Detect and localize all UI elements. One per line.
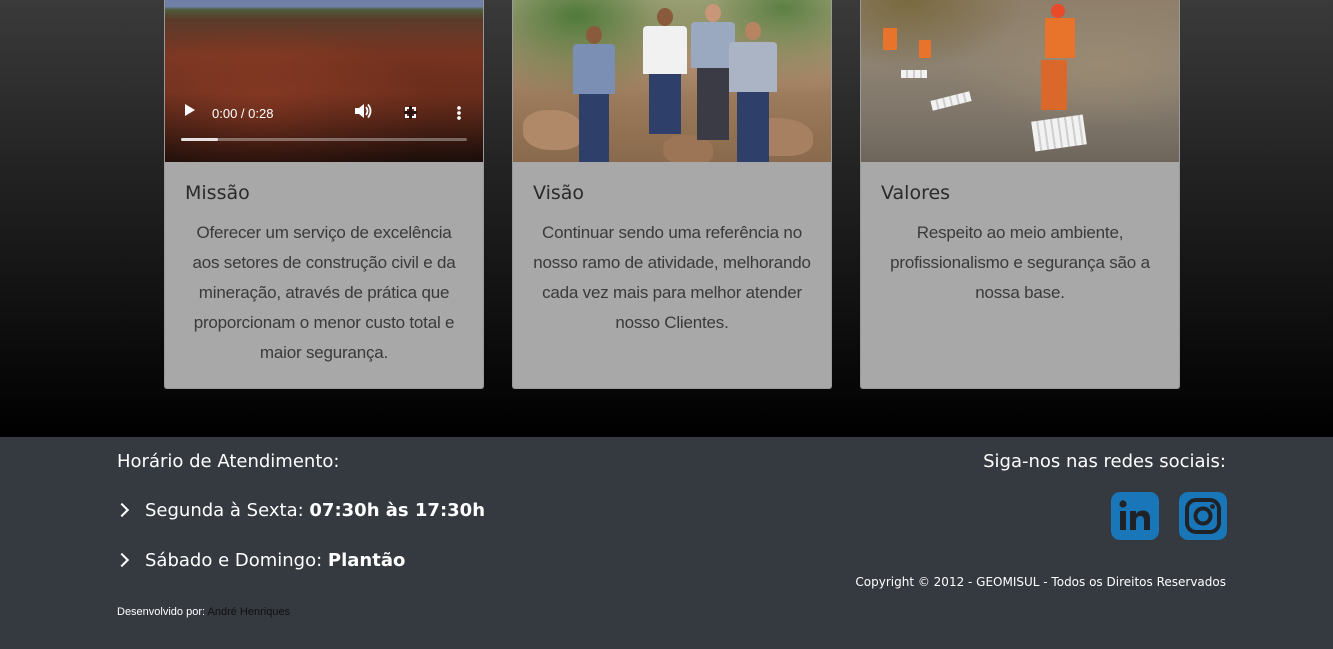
weekend-hours: Sábado e Domingo: Plantão (114, 550, 406, 571)
worker (1045, 18, 1075, 58)
mission-title: Missão (185, 182, 250, 204)
worker (919, 40, 931, 58)
person-body (643, 26, 687, 74)
weekend-label: Sábado e Domingo: (145, 550, 323, 571)
person-head (657, 8, 673, 26)
vision-title: Visão (533, 182, 585, 204)
instagram-icon[interactable] (1179, 492, 1227, 540)
more-options-icon[interactable] (457, 106, 461, 120)
video-buffer (181, 138, 219, 141)
vision-card: Visão Continuar sendo uma referência no … (512, 0, 832, 389)
vision-photo (513, 0, 831, 162)
person-body (729, 42, 777, 92)
person-legs (697, 68, 729, 140)
developer-credit: Desenvolvido por: André Henriques (117, 606, 290, 618)
weekday-hours: Segunda à Sexta: 07:30h às 17:30h (114, 500, 486, 521)
volume-icon[interactable] (355, 104, 373, 118)
person-legs (737, 92, 769, 162)
pipes (930, 91, 972, 111)
pipes (1031, 114, 1087, 152)
person-head (705, 4, 721, 22)
person-legs (649, 74, 681, 134)
person-body (573, 44, 615, 94)
chevron-right-icon (114, 552, 130, 568)
worker (883, 28, 897, 50)
cards-section: 0:00 / 0:28 Missão Oferecer um serviço d… (0, 0, 1333, 437)
hours-title: Horário de Atendimento: (117, 451, 340, 472)
mission-text: Oferecer um serviço de excelência aos se… (192, 223, 456, 362)
video-progress-bar[interactable] (181, 138, 467, 141)
dev-label: Desenvolvido por: (117, 606, 206, 618)
play-icon[interactable] (185, 104, 195, 116)
video-time: 0:00 / 0:28 (212, 106, 274, 121)
values-text: Respeito ao meio ambiente, profissionali… (890, 223, 1150, 302)
social-title: Siga-nos nas redes sociais: (983, 451, 1226, 472)
values-photo (861, 0, 1179, 162)
vision-text: Continuar sendo uma referência no nosso … (533, 223, 811, 332)
vision-photo-scene (513, 0, 831, 162)
video-shade (165, 92, 483, 162)
dev-link[interactable]: André Henriques (208, 606, 291, 618)
values-card: Valores Respeito ao meio ambiente, profi… (860, 0, 1180, 389)
worker (1041, 60, 1067, 110)
footer: Horário de Atendimento: Segunda à Sexta:… (0, 437, 1333, 649)
copyright: Copyright © 2012 - GEOMISUL - Todos os D… (855, 575, 1226, 589)
person-head (586, 26, 602, 44)
mission-video[interactable]: 0:00 / 0:28 (165, 0, 483, 162)
pipes (901, 70, 927, 78)
weekday-label: Segunda à Sexta: (145, 500, 304, 521)
linkedin-icon[interactable] (1111, 492, 1159, 540)
values-title: Valores (881, 182, 951, 204)
mission-card: 0:00 / 0:28 Missão Oferecer um serviço d… (164, 0, 484, 389)
rock (523, 110, 583, 150)
worker-helmet (1051, 4, 1065, 18)
weekend-value: Plantão (327, 550, 406, 571)
chevron-right-icon (114, 502, 130, 518)
fullscreen-icon[interactable] (404, 106, 417, 119)
person-legs (579, 94, 609, 162)
person-head (745, 22, 761, 40)
social-links (1111, 492, 1227, 540)
values-photo-scene (861, 0, 1179, 162)
weekday-value: 07:30h às 17:30h (309, 500, 486, 521)
